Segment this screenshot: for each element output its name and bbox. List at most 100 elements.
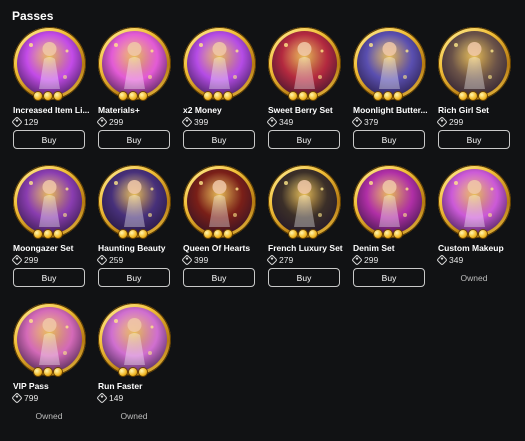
pass-price: 299 — [11, 254, 38, 266]
pass-badge[interactable] — [353, 27, 426, 100]
pass-name: Haunting Beauty — [98, 243, 166, 253]
coin-icon — [289, 230, 297, 238]
pass-card[interactable]: Haunting Beauty 259 Buy — [95, 165, 180, 303]
buy-button[interactable]: Buy — [13, 268, 85, 287]
pass-card[interactable]: Moongazer Set 299 Buy — [10, 165, 95, 303]
pass-card[interactable]: Custom Makeup 349 Owned — [435, 165, 520, 303]
buy-button[interactable]: Buy — [13, 130, 85, 149]
coin-icon — [129, 368, 137, 376]
pass-name: Denim Set — [353, 243, 395, 253]
pass-card[interactable]: x2 Money 399 Buy — [180, 27, 265, 165]
heels-icon — [102, 307, 167, 372]
pass-badge[interactable] — [268, 27, 341, 100]
price-value: 399 — [194, 255, 209, 265]
denim-outfit-icon — [357, 169, 422, 234]
pass-badge[interactable] — [98, 303, 171, 376]
pass-card[interactable]: Rich Girl Set 299 Buy — [435, 27, 520, 165]
gold-coins-decoration — [32, 230, 64, 239]
pass-price: 349 — [436, 254, 464, 266]
buy-button[interactable]: Buy — [98, 130, 170, 149]
gold-coins-decoration — [32, 92, 64, 101]
buy-button[interactable]: Buy — [438, 130, 510, 149]
moongazer-outfit-icon — [17, 169, 82, 234]
coin-icon — [34, 92, 42, 100]
coin-icon — [459, 230, 467, 238]
vip-icon — [17, 307, 82, 372]
coin-icon — [204, 92, 212, 100]
coin-icon — [129, 230, 137, 238]
pass-card[interactable]: Materials+ 299 Buy — [95, 27, 180, 165]
money-bag-icon — [187, 31, 252, 96]
gold-coins-decoration — [202, 92, 234, 101]
buy-button[interactable]: Buy — [353, 130, 425, 149]
coin-icon — [44, 368, 52, 376]
pass-card[interactable]: VIP Pass 799 Owned — [10, 303, 95, 441]
berry-outfit-icon — [272, 31, 337, 96]
price-value: 349 — [449, 255, 464, 265]
gold-coins-decoration — [457, 230, 489, 239]
pass-card[interactable]: Moonlight Butter... 379 Buy — [350, 27, 435, 165]
pass-badge[interactable] — [183, 27, 256, 100]
pass-name: VIP Pass — [13, 381, 49, 391]
owned-label: Owned — [120, 410, 148, 421]
buy-button[interactable]: Buy — [268, 130, 340, 149]
pass-name: Moongazer Set — [13, 243, 74, 253]
coin-icon — [44, 230, 52, 238]
coin-icon — [384, 92, 392, 100]
gold-coins-decoration — [117, 230, 149, 239]
pass-card[interactable]: Queen Of Hearts 399 Buy — [180, 165, 265, 303]
pass-badge[interactable] — [13, 27, 86, 100]
coin-icon — [479, 92, 487, 100]
pass-badge[interactable] — [98, 165, 171, 238]
owned-label: Owned — [35, 410, 63, 421]
robux-icon — [266, 254, 278, 266]
pass-card[interactable]: Increased Item Li... 129 Buy — [10, 27, 95, 165]
pass-name: French Luxury Set — [268, 243, 343, 253]
passes-grid: Increased Item Li... 129 Buy Materials+ 299 B… — [10, 27, 520, 441]
pass-badge[interactable] — [438, 165, 511, 238]
buy-button[interactable]: Buy — [268, 268, 340, 287]
makeup-icon — [442, 169, 507, 234]
robux-icon — [181, 116, 193, 128]
price-value: 299 — [449, 117, 464, 127]
pass-badge[interactable] — [13, 303, 86, 376]
pass-card[interactable]: Run Faster 149 Owned — [95, 303, 180, 441]
pass-badge[interactable] — [438, 27, 511, 100]
pass-badge[interactable] — [183, 165, 256, 238]
buy-button[interactable]: Buy — [183, 268, 255, 287]
coin-icon — [309, 92, 317, 100]
buy-button[interactable]: Buy — [98, 268, 170, 287]
pass-name: Rich Girl Set — [438, 105, 490, 115]
pass-card[interactable]: Denim Set 299 Buy — [350, 165, 435, 303]
price-value: 259 — [109, 255, 124, 265]
robux-icon — [96, 392, 108, 404]
pass-price: 129 — [11, 116, 38, 128]
coin-icon — [204, 230, 212, 238]
coin-icon — [469, 230, 477, 238]
robux-icon — [351, 116, 363, 128]
coin-icon — [299, 230, 307, 238]
hearts-outfit-icon — [187, 169, 252, 234]
pass-name: Run Faster — [98, 381, 143, 391]
pass-badge[interactable] — [268, 165, 341, 238]
gold-coins-decoration — [457, 92, 489, 101]
coin-icon — [139, 92, 147, 100]
coin-icon — [139, 368, 147, 376]
pass-badge[interactable] — [353, 165, 426, 238]
pass-badge[interactable] — [13, 165, 86, 238]
coin-icon — [34, 230, 42, 238]
coin-icon — [469, 92, 477, 100]
robux-icon — [436, 116, 448, 128]
robux-icon — [11, 392, 23, 404]
coin-icon — [129, 92, 137, 100]
pass-name: Increased Item Li... — [13, 105, 90, 115]
mannequin-icon — [102, 31, 167, 96]
pass-badge[interactable] — [98, 27, 171, 100]
pass-name: Sweet Berry Set — [268, 105, 333, 115]
buy-button[interactable]: Buy — [353, 268, 425, 287]
pass-card[interactable]: Sweet Berry Set 349 Buy — [265, 27, 350, 165]
coin-icon — [459, 92, 467, 100]
pass-name: Queen Of Hearts — [183, 243, 251, 253]
pass-card[interactable]: French Luxury Set 279 Buy — [265, 165, 350, 303]
buy-button[interactable]: Buy — [183, 130, 255, 149]
